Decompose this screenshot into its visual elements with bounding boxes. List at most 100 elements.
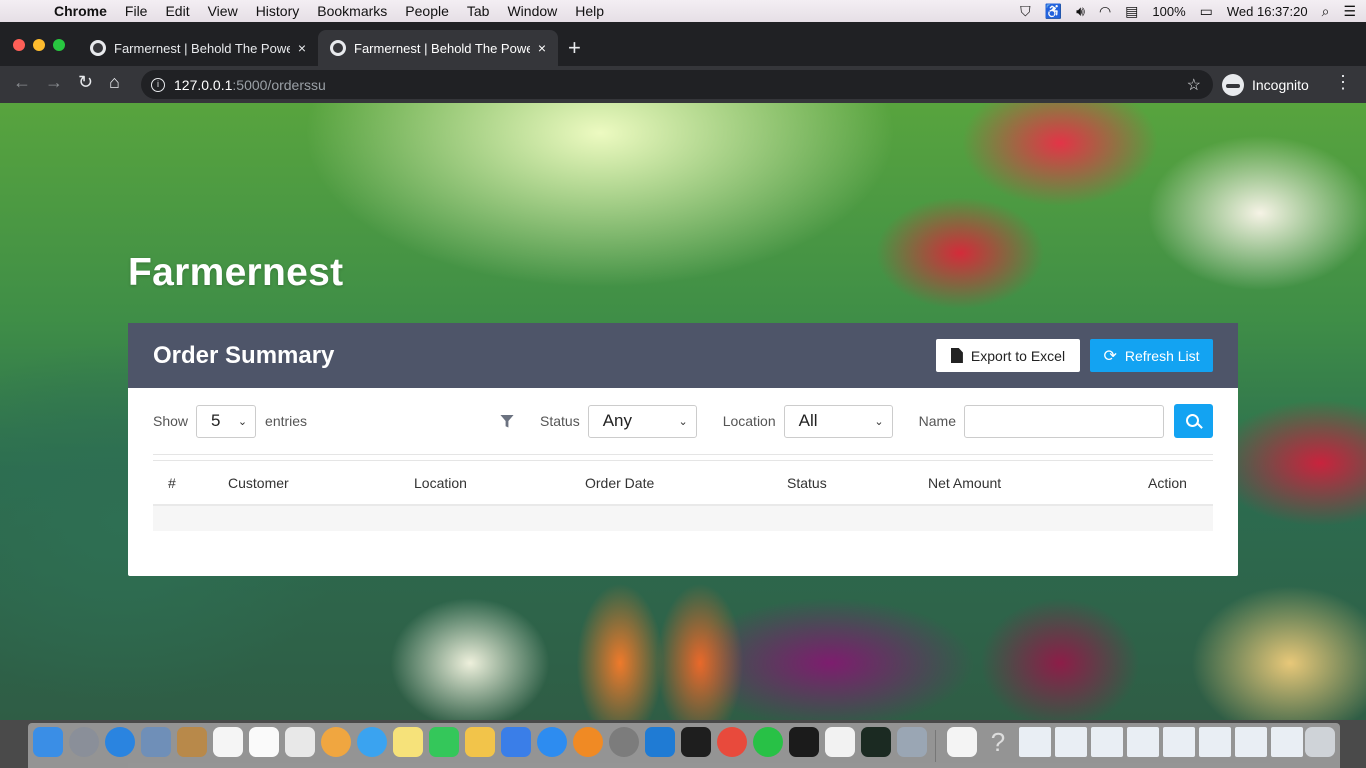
window-thumbnail-icon[interactable] xyxy=(1127,727,1159,757)
window-thumbnail-icon[interactable] xyxy=(1091,727,1123,757)
location-value: All xyxy=(798,411,818,430)
entries-select[interactable]: 5 ⌄ xyxy=(196,404,257,438)
chrome-menu-icon[interactable]: ⋮ xyxy=(1334,72,1352,93)
menu-tab[interactable]: Tab xyxy=(467,3,490,19)
facetime-icon[interactable] xyxy=(429,727,459,757)
status-label: Status xyxy=(540,413,580,429)
menu-people[interactable]: People xyxy=(405,3,449,19)
volume-icon[interactable]: 🔊︎ xyxy=(1076,3,1085,20)
reminders-icon[interactable] xyxy=(249,727,279,757)
notes-icon[interactable] xyxy=(393,727,423,757)
safari-icon[interactable] xyxy=(105,727,135,757)
mac-dock: ? xyxy=(0,720,1366,768)
file-icon xyxy=(950,348,963,363)
window-thumbnail-icon[interactable] xyxy=(1055,727,1087,757)
orders-table: # Customer Location Order Date Status Ne… xyxy=(153,460,1213,531)
col-header-location[interactable]: Location xyxy=(414,475,585,491)
tab-title: Farmernest | Behold The Powe xyxy=(354,40,530,56)
back-icon[interactable]: ← xyxy=(13,72,31,93)
new-tab-button[interactable]: + xyxy=(568,35,581,61)
vscode-icon[interactable] xyxy=(645,727,675,757)
help-icon[interactable]: ? xyxy=(983,727,1013,757)
terminal-icon[interactable] xyxy=(789,727,819,757)
menu-help[interactable]: Help xyxy=(575,3,604,19)
site-brand[interactable]: Farmernest xyxy=(128,251,343,295)
address-bar[interactable]: i 127.0.0.1 :5000/orderssu ☆ xyxy=(141,70,1213,99)
window-thumbnail-icon[interactable] xyxy=(1271,727,1303,757)
close-tab-icon[interactable]: × xyxy=(298,40,306,56)
preview-icon[interactable] xyxy=(285,727,315,757)
export-to-excel-button[interactable]: Export to Excel xyxy=(936,339,1080,372)
app-store-icon[interactable] xyxy=(537,727,567,757)
site-info-icon[interactable]: i xyxy=(151,77,165,92)
window-thumbnail-icon[interactable] xyxy=(1019,727,1051,757)
trash-icon[interactable] xyxy=(1305,727,1335,757)
messages-icon[interactable] xyxy=(357,727,387,757)
close-window-button[interactable] xyxy=(13,39,25,51)
entries-label: entries xyxy=(265,413,308,429)
image-capture-icon[interactable] xyxy=(897,727,927,757)
col-header-customer[interactable]: Customer xyxy=(228,475,414,491)
col-header-order-date[interactable]: Order Date xyxy=(585,475,787,491)
chevron-down-icon: ⌄ xyxy=(237,415,248,428)
vpn-shield-icon[interactable]: ⛉ xyxy=(1020,3,1031,20)
window-thumbnail-icon[interactable] xyxy=(1235,727,1267,757)
menu-view[interactable]: View xyxy=(208,3,238,19)
system-preferences-icon[interactable] xyxy=(609,727,639,757)
forward-icon[interactable]: → xyxy=(45,72,63,93)
window-thumbnail-icon[interactable] xyxy=(1163,727,1195,757)
entries-value: 5 xyxy=(211,411,221,430)
battery-icon[interactable]: ▭ xyxy=(1200,3,1213,20)
search-button[interactable] xyxy=(1174,404,1213,438)
menu-history[interactable]: History xyxy=(256,3,300,19)
col-header-net-amount[interactable]: Net Amount xyxy=(928,475,1148,491)
keynote-icon[interactable] xyxy=(501,727,531,757)
wifi-icon[interactable]: ◠ xyxy=(1099,3,1111,20)
close-tab-icon[interactable]: × xyxy=(538,40,546,56)
menu-edit[interactable]: Edit xyxy=(165,3,189,19)
page-content: Farmernest Order Summary Export to Excel… xyxy=(0,103,1366,720)
books-icon[interactable] xyxy=(573,727,603,757)
reload-icon[interactable]: ↻ xyxy=(78,72,93,93)
refresh-list-button[interactable]: ⟳ Refresh List xyxy=(1090,339,1213,372)
accessibility-icon[interactable]: ♿ xyxy=(1045,3,1062,20)
notification-center-icon[interactable]: ☰ xyxy=(1343,3,1356,20)
whatsapp-icon[interactable] xyxy=(753,727,783,757)
finder-icon[interactable] xyxy=(33,727,63,757)
home-icon[interactable]: ⌂ xyxy=(109,72,120,93)
browser-tab-2-active[interactable]: Farmernest | Behold The Powe × xyxy=(318,30,558,66)
menu-app-name[interactable]: Chrome xyxy=(54,3,107,19)
launchpad-icon[interactable] xyxy=(69,727,99,757)
spotlight-search-icon[interactable]: ⌕ xyxy=(1322,3,1330,20)
browser-tab-1[interactable]: Farmernest | Behold The Powe × xyxy=(78,30,318,66)
refresh-label: Refresh List xyxy=(1124,347,1200,364)
flag-icon[interactable]: ▤ xyxy=(1125,3,1138,20)
menu-file[interactable]: File xyxy=(125,3,148,19)
photos-icon[interactable] xyxy=(321,727,351,757)
menubar-status-area: ⛉ ♿ 🔊︎ ◠ ▤ 100% ▭ Wed 16:37:20 ⌕ ☰ xyxy=(1020,0,1356,22)
minimize-window-button[interactable] xyxy=(33,39,45,51)
clock[interactable]: Wed 16:37:20 xyxy=(1227,4,1308,19)
document-icon[interactable] xyxy=(947,727,977,757)
activity-monitor-icon[interactable] xyxy=(861,727,891,757)
bookmark-star-icon[interactable]: ☆ xyxy=(1187,75,1201,95)
col-header-status[interactable]: Status xyxy=(787,475,928,491)
col-header-number[interactable]: # xyxy=(153,475,228,491)
battery-percent[interactable]: 100% xyxy=(1152,4,1185,19)
incognito-profile-button[interactable]: Incognito xyxy=(1222,70,1309,99)
pages-icon[interactable] xyxy=(465,727,495,757)
name-search-input[interactable] xyxy=(964,404,1164,438)
contacts-icon[interactable] xyxy=(177,727,207,757)
textedit-icon[interactable] xyxy=(825,727,855,757)
chrome-icon[interactable] xyxy=(717,727,747,757)
calendar-icon[interactable] xyxy=(213,727,243,757)
browser-toolbar: ← → ↻ ⌂ i 127.0.0.1 :5000/orderssu ☆ Inc… xyxy=(0,66,1366,103)
status-select[interactable]: Any ⌄ xyxy=(587,404,697,438)
menu-bookmarks[interactable]: Bookmarks xyxy=(317,3,387,19)
pycharm-icon[interactable] xyxy=(681,727,711,757)
zoom-window-button[interactable] xyxy=(53,39,65,51)
location-select[interactable]: All ⌄ xyxy=(783,404,893,438)
menu-window[interactable]: Window xyxy=(507,3,557,19)
window-thumbnail-icon[interactable] xyxy=(1199,727,1231,757)
mail-icon[interactable] xyxy=(141,727,171,757)
